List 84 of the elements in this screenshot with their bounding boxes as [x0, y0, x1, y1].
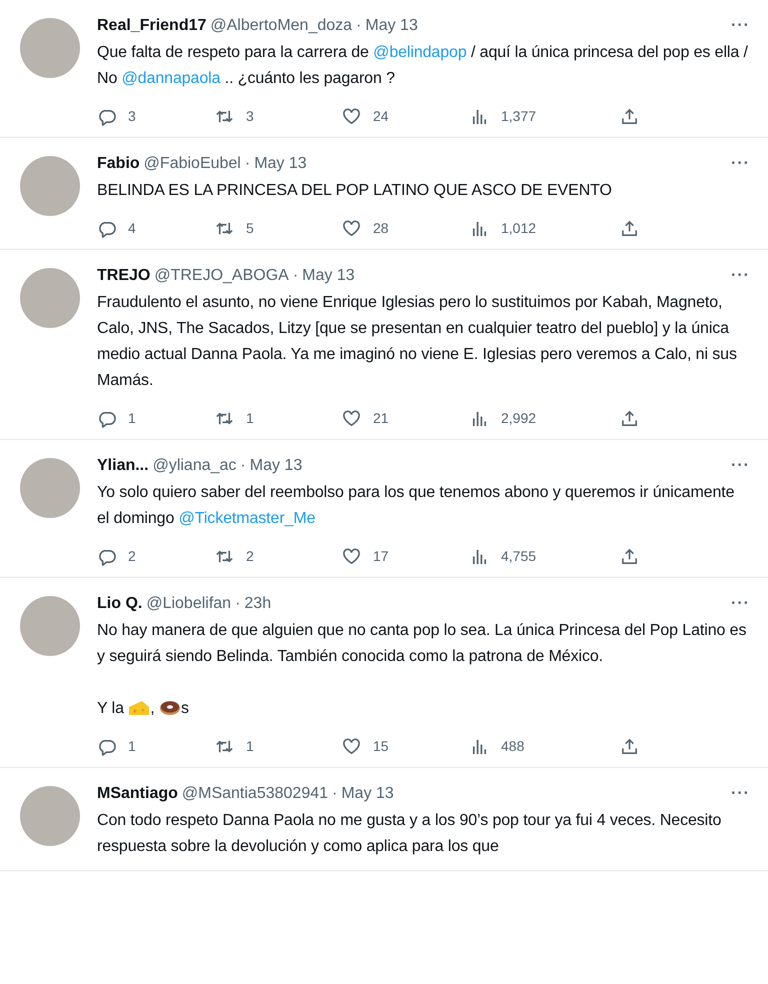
user-handle[interactable]: @AlbertoMen_doza	[210, 14, 352, 38]
more-button[interactable]: ···	[731, 458, 750, 474]
user-handle[interactable]: @MSantia53802941	[182, 782, 328, 806]
tweet-text: Fraudulento el asunto, no viene Enrique Iglesias pero lo sustituimos por Kabah, Magneto, Calo, JNS, The Sacados, Litzy [que se presentan en cualquier teatro del pueblo] y la única medio actual Danna Paola. Ya me imaginó no viene E. Iglesias pero veremos a Calo, ni sus Mamás.	[97, 293, 738, 391]
like-button[interactable]: 15	[342, 736, 470, 757]
reply-icon	[97, 547, 116, 566]
more-button[interactable]: ···	[731, 156, 750, 172]
bar-chart-icon	[470, 219, 489, 238]
separator-dot: ·	[244, 154, 250, 174]
views-button[interactable]: 2,992	[470, 408, 620, 429]
share-button[interactable]	[620, 546, 639, 567]
reply-button[interactable]: 4	[97, 218, 215, 239]
retweet-button[interactable]: 3	[215, 106, 342, 127]
donut-icon	[158, 699, 181, 716]
timestamp[interactable]: May 13	[254, 152, 307, 176]
more-button[interactable]: ···	[731, 268, 750, 284]
tweet-text: BELINDA ES LA PRINCESA DEL POP LATINO QUE ASCO DE EVENTO	[97, 181, 613, 201]
bar-chart-icon	[470, 737, 489, 756]
like-button[interactable]: 21	[342, 408, 470, 429]
user-name[interactable]: TREJO	[97, 264, 150, 288]
user-handle[interactable]: @FabioEubel	[144, 152, 241, 176]
cheese-icon	[128, 699, 150, 716]
share-icon	[620, 737, 639, 756]
more-button[interactable]: ···	[731, 18, 750, 34]
share-button[interactable]	[620, 106, 639, 127]
views-button[interactable]: 1,377	[470, 106, 620, 127]
share-button[interactable]	[620, 218, 639, 239]
separator-dot: ·	[356, 16, 362, 36]
user-handle[interactable]: @Liobelifan	[146, 592, 232, 616]
user-handle[interactable]: @yliana_ac	[152, 454, 236, 478]
retweet-button[interactable]: 5	[215, 218, 342, 239]
tweet-text: Que falta de respeto para la carrera de @belindapop / aquí la única princesa del pop es ella / No @dannapaola .. ¿cuánto les pagaron ?	[97, 43, 749, 89]
user-handle[interactable]: @TREJO_ABOGA	[154, 264, 289, 288]
bar-chart-icon	[470, 107, 489, 126]
reply-icon	[97, 219, 116, 238]
share-icon	[620, 107, 639, 126]
like-button[interactable]: 17	[342, 546, 470, 567]
tweet-text: Con todo respeto Danna Paola no me gusta y a los 90’s pop tour ya fui 4 veces. Necesito respuesta sobre la devolución y como aplica para los que	[97, 811, 722, 857]
tweet-text: Yo solo quiero saber del reembolso para los que tenemos abono y queremos ir únicamente el domingo @Ticketmaster_Me	[97, 483, 736, 529]
retweet-button[interactable]: 2	[215, 546, 342, 567]
user-name[interactable]: Lio Q.	[97, 592, 142, 616]
retweet-button[interactable]: 1	[215, 408, 342, 429]
heart-icon	[342, 107, 361, 126]
separator-dot: ·	[235, 594, 240, 614]
reply-icon	[97, 107, 116, 126]
reply-button[interactable]: 1	[97, 736, 215, 757]
heart-icon	[342, 409, 361, 428]
timestamp[interactable]: May 13	[302, 264, 355, 288]
heart-icon	[342, 737, 361, 756]
more-button[interactable]: ···	[731, 596, 750, 612]
timestamp[interactable]: May 13	[365, 14, 418, 38]
retweet-button[interactable]: 1	[215, 736, 342, 757]
timestamp[interactable]: May 13	[250, 454, 302, 478]
separator-dot: ·	[240, 456, 246, 476]
like-button[interactable]: 28	[342, 218, 470, 239]
share-icon	[620, 547, 639, 566]
bar-chart-icon	[470, 409, 489, 428]
views-button[interactable]: 488	[470, 736, 620, 757]
user-name[interactable]: MSantiago	[97, 782, 178, 806]
user-name[interactable]: Fabio	[97, 152, 140, 176]
reply-icon	[97, 409, 116, 428]
like-button[interactable]: 24	[342, 106, 470, 127]
separator-dot: ·	[332, 784, 338, 804]
share-button[interactable]	[620, 408, 639, 429]
bar-chart-icon	[470, 547, 489, 566]
reply-button[interactable]: 2	[97, 546, 215, 567]
reply-button[interactable]: 1	[97, 408, 215, 429]
reply-button[interactable]: 3	[97, 106, 215, 127]
timestamp[interactable]: 23h	[244, 592, 272, 616]
tweet-text: Y la , s	[97, 698, 190, 719]
separator-dot: ·	[292, 266, 298, 286]
share-icon	[620, 409, 639, 428]
timestamp[interactable]: May 13	[341, 782, 394, 806]
share-button[interactable]	[620, 736, 639, 757]
user-name[interactable]: Real_Friend17	[97, 14, 206, 38]
heart-icon	[342, 219, 361, 238]
views-button[interactable]: 4,755	[470, 546, 620, 567]
tweet-text: No hay manera de que alguien que no canta pop lo sea. La única Princesa del Pop Latino es y seguirá siendo Belinda. También conocida como la patrona de México.	[97, 621, 748, 667]
views-button[interactable]: 1,012	[470, 218, 620, 239]
more-button[interactable]: ···	[731, 786, 750, 802]
heart-icon	[342, 547, 361, 566]
user-name[interactable]: Ylian...	[97, 454, 149, 478]
share-icon	[620, 219, 639, 238]
reply-icon	[97, 737, 116, 756]
